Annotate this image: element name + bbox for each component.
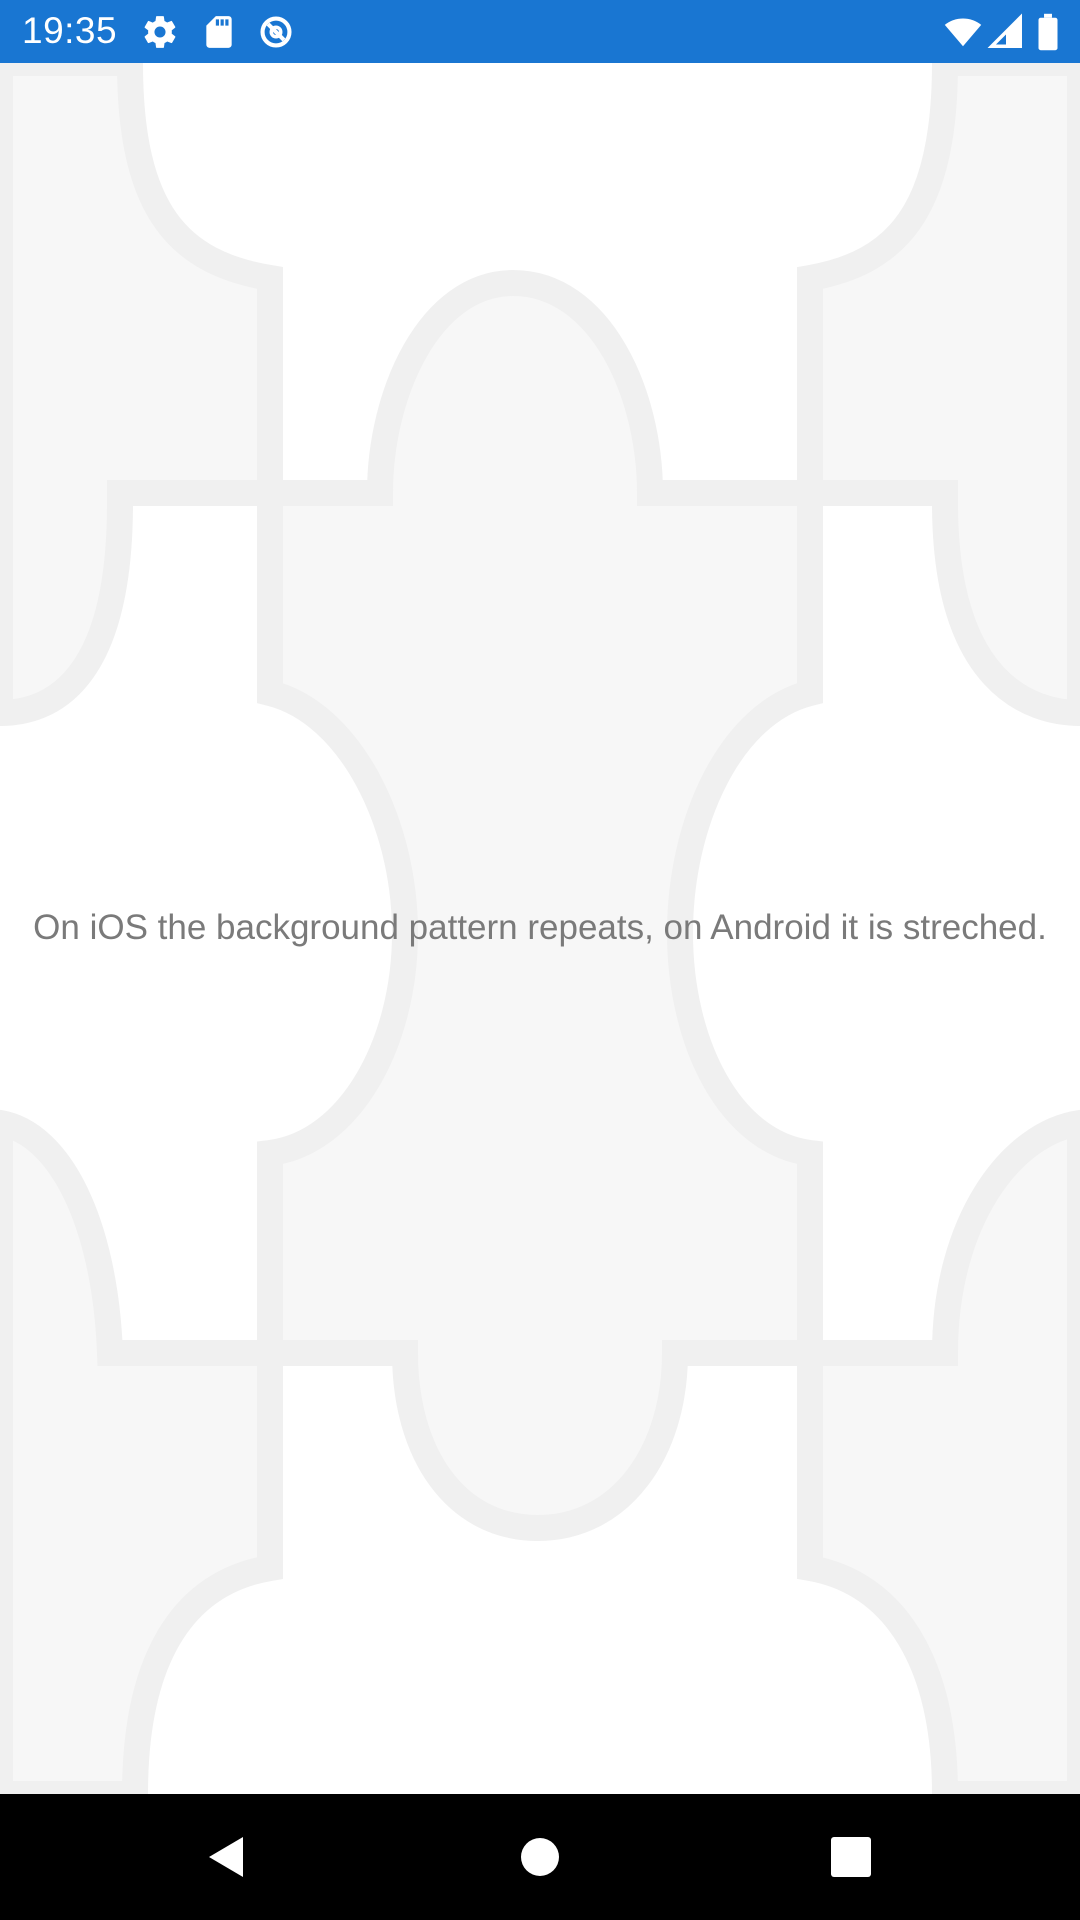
navigation-bar: [0, 1794, 1080, 1920]
status-time: 19:35: [22, 10, 118, 51]
battery-icon: [1038, 13, 1058, 51]
back-icon: [209, 1837, 243, 1877]
data-saver-icon: [260, 16, 292, 48]
recents-icon: [831, 1837, 871, 1877]
sd-card-icon: [206, 16, 232, 48]
settings-icon: [144, 16, 176, 48]
status-bar: 19:35: [0, 0, 1080, 63]
back-button[interactable]: [185, 1817, 265, 1897]
recents-button[interactable]: [811, 1817, 891, 1897]
home-icon: [521, 1838, 559, 1876]
home-button[interactable]: [500, 1817, 580, 1897]
description-text: On iOS the background pattern repeats, o…: [33, 908, 1047, 947]
wifi-icon: [944, 18, 982, 47]
main-content: On iOS the background pattern repeats, o…: [0, 63, 1080, 1794]
cellular-signal-icon: [987, 13, 1022, 48]
